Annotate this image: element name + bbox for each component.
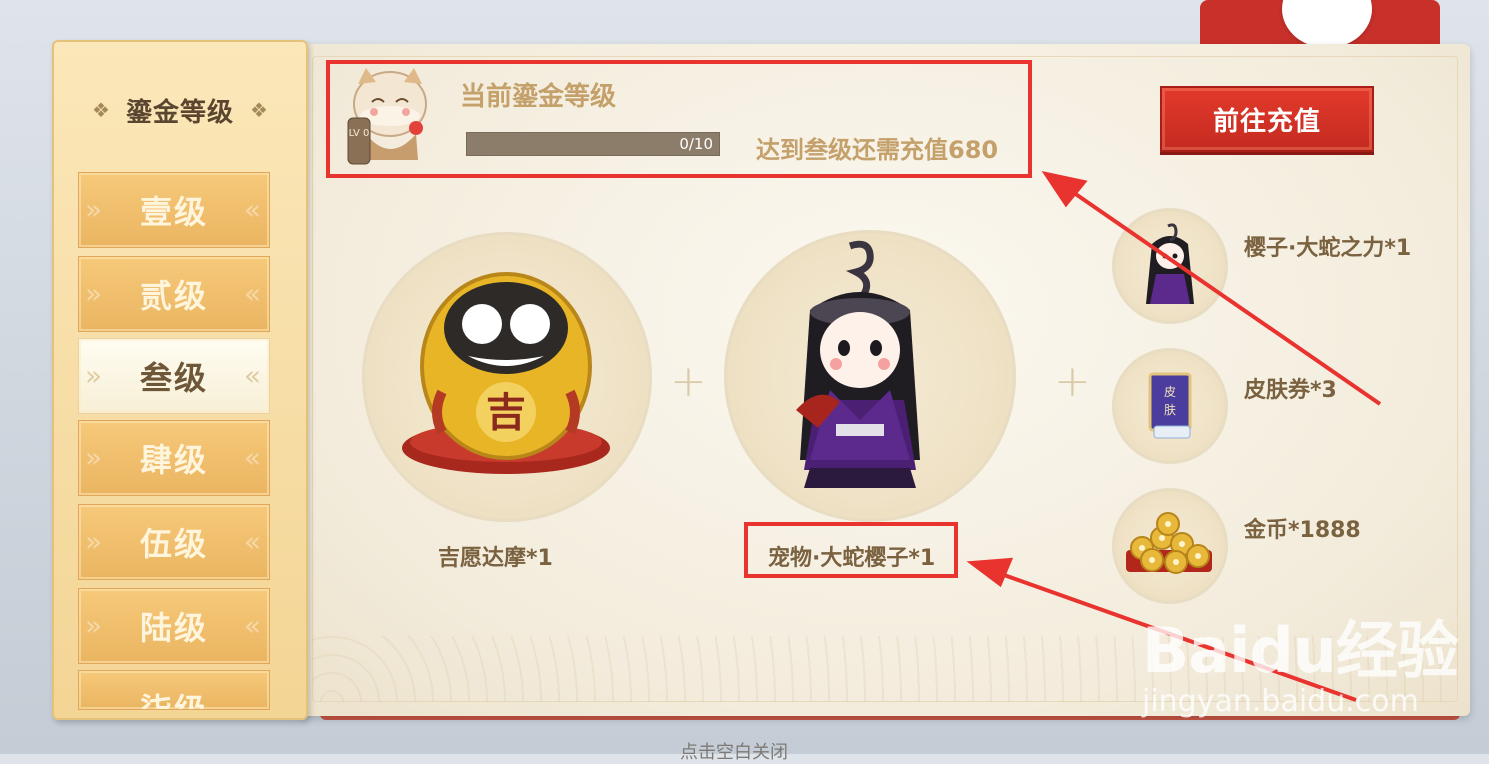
arrow-head-header — [1041, 171, 1088, 208]
close-hint: 点击空白关闭 — [680, 742, 788, 763]
arrow-head-pet — [966, 557, 1014, 588]
baidu-watermark-url: jingyan.baidu.com — [1142, 684, 1419, 719]
baidu-watermark: Baidu经验 — [1142, 614, 1459, 687]
arrow-to-header — [1062, 184, 1382, 406]
